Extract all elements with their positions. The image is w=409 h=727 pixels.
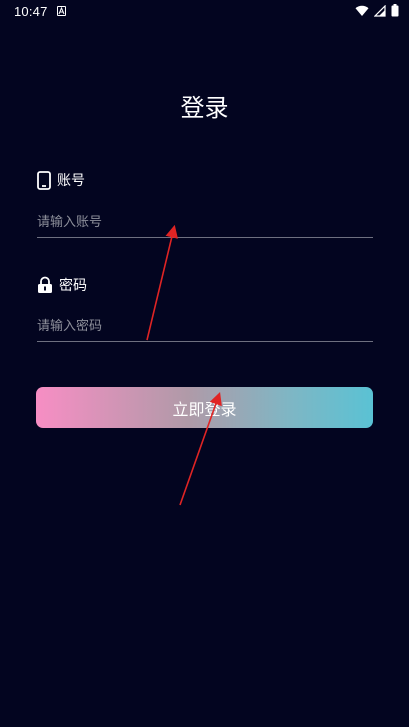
account-label: 账号 [57, 173, 85, 189]
wifi-icon [355, 2, 369, 21]
login-button[interactable]: 立即登录 [36, 387, 373, 428]
password-input[interactable] [37, 312, 373, 342]
lock-icon [37, 276, 53, 294]
signal-icon [373, 2, 386, 21]
password-label: 密码 [59, 278, 87, 294]
status-bar: 10:47 [0, 0, 409, 24]
status-time: 10:47 [14, 4, 48, 19]
phone-icon [37, 170, 51, 190]
password-label-row: 密码 [37, 275, 87, 295]
battery-icon [391, 2, 399, 21]
page-title: 登录 [180, 94, 229, 122]
account-label-row: 账号 [37, 170, 85, 190]
notification-icon [57, 6, 66, 16]
status-icons [355, 2, 399, 21]
account-input[interactable] [37, 208, 373, 238]
